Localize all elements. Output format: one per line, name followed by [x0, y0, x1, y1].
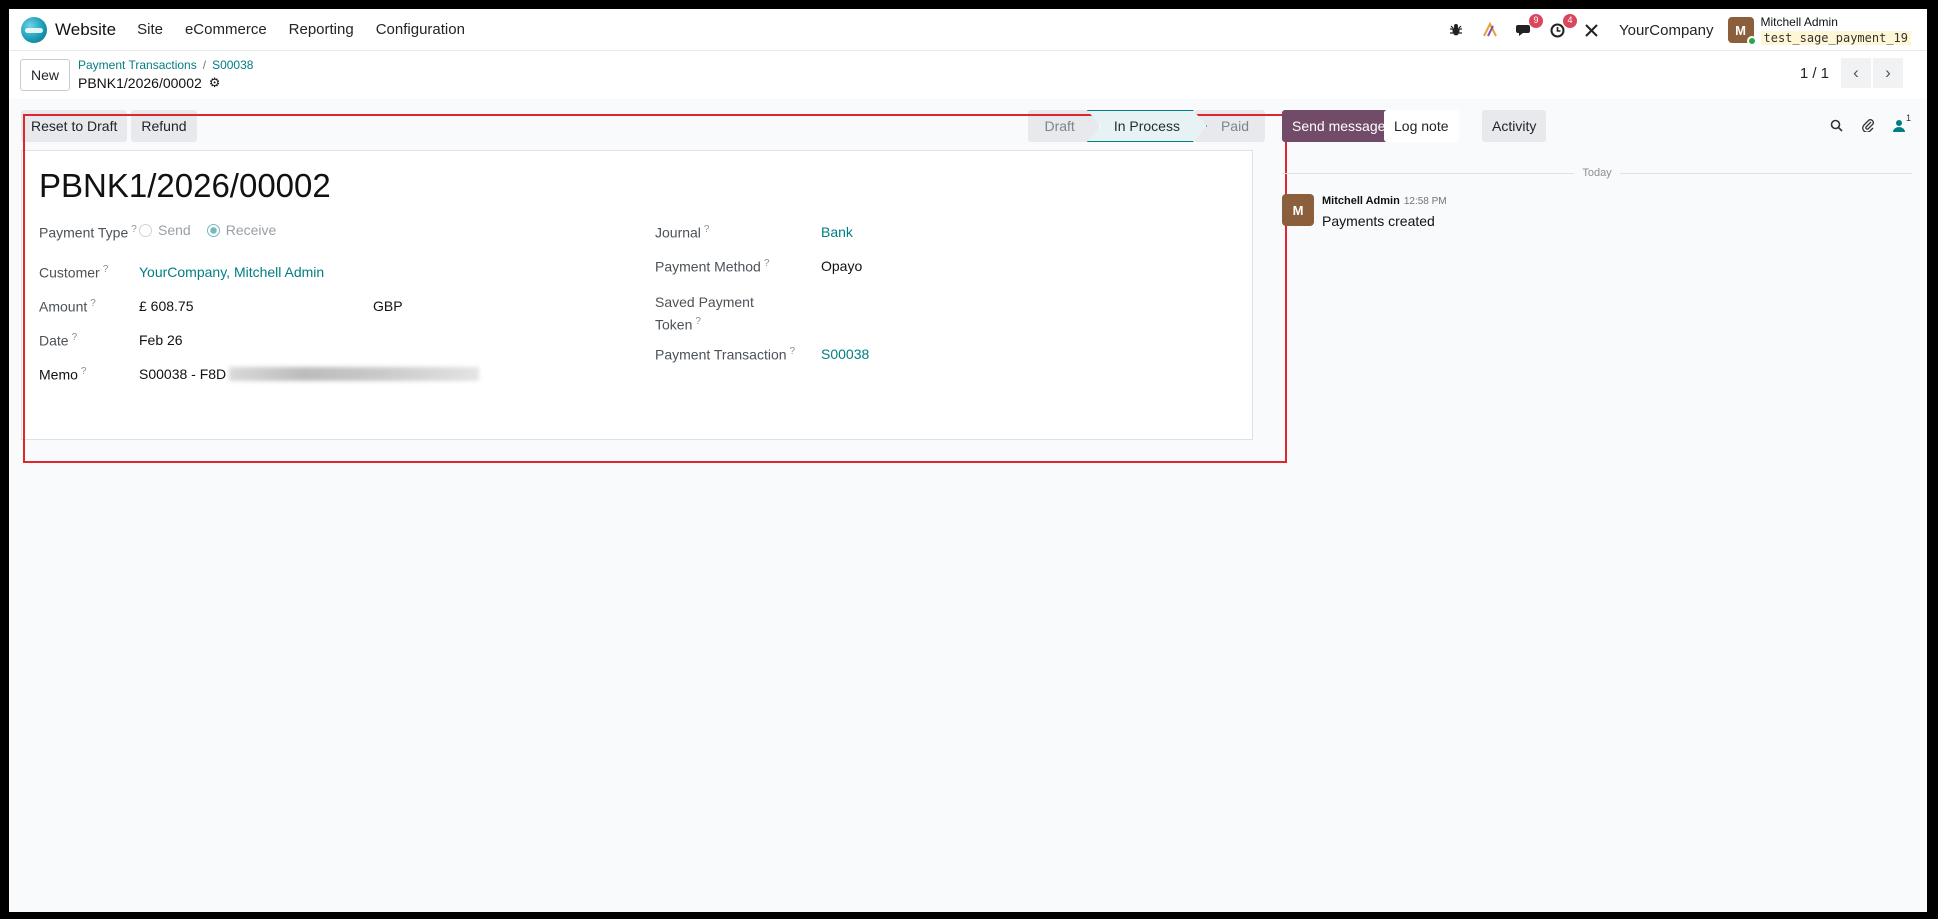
pager-value[interactable]: 1 / 1: [1800, 65, 1829, 82]
reset-to-draft-button[interactable]: Reset to Draft: [21, 110, 128, 142]
memo-value[interactable]: S00038 - F8D: [139, 366, 226, 382]
payment-transaction-label: Payment Transaction?: [655, 346, 796, 363]
radio-receive[interactable]: [206, 223, 220, 237]
menu-reporting[interactable]: Reporting: [278, 21, 365, 38]
payment-type-send-option[interactable]: Send: [139, 222, 191, 238]
navbar-systray: 9 4 YourCompany M Mitchell Admin test_sa…: [1439, 9, 1927, 51]
bug-icon[interactable]: [1445, 19, 1467, 41]
status-stages: Draft In Process Paid: [1028, 110, 1265, 142]
menu-ecommerce[interactable]: eCommerce: [174, 21, 278, 38]
activity-button[interactable]: Activity: [1482, 110, 1547, 142]
chatter-panel: Send message Log note Activity 1 Today M…: [1275, 108, 1927, 808]
app-brand[interactable]: Website: [21, 16, 117, 43]
amount-label: Amount?: [39, 298, 96, 315]
date-value[interactable]: Feb 26: [139, 332, 183, 348]
send-message-button[interactable]: Send message: [1282, 110, 1396, 142]
followers-icon[interactable]: 1: [1893, 113, 1911, 135]
top-navbar: Website Site eCommerce Reporting Configu…: [9, 9, 1927, 51]
breadcrumb-s00038[interactable]: S00038: [212, 58, 253, 72]
pager-previous-icon[interactable]: ‹: [1841, 58, 1871, 88]
payment-method-value[interactable]: Opayo: [821, 258, 862, 274]
new-button[interactable]: New: [20, 59, 71, 91]
record-name-text: PBNK1/2026/00002: [78, 75, 202, 91]
radio-send[interactable]: [139, 223, 152, 237]
breadcrumb: Payment Transactions / S00038: [78, 58, 254, 72]
form-view: Reset to Draft Refund Draft In Process P…: [15, 108, 1275, 457]
tools-icon[interactable]: [1581, 19, 1603, 41]
online-status-dot: [1746, 36, 1757, 46]
amount-value[interactable]: £ 608.75: [139, 298, 194, 314]
menu-site[interactable]: Site: [126, 21, 174, 38]
payment-title: PBNK1/2026/00002: [39, 167, 331, 204]
pager-next-icon[interactable]: ›: [1873, 58, 1903, 88]
messages-badge: 9: [1528, 14, 1543, 28]
payment-type-radio: Send Receive: [139, 222, 292, 238]
app-window: Website Site eCommerce Reporting Configu…: [9, 9, 1927, 912]
search-icon[interactable]: [1830, 119, 1843, 135]
user-menu[interactable]: Mitchell Admin test_sage_payment_19: [1760, 14, 1911, 46]
paperclip-icon[interactable]: [1861, 118, 1875, 135]
messages-icon[interactable]: 9: [1513, 14, 1543, 41]
followers-count: 1: [1905, 112, 1911, 123]
website-app-icon: [21, 16, 47, 43]
payment-method-label: Payment Method?: [655, 258, 770, 275]
main-menu: Site eCommerce Reporting Configuration: [126, 21, 476, 38]
control-panel: New Payment Transactions / S00038 PBNK1/20…: [9, 51, 1927, 99]
message-author-avatar[interactable]: M: [1282, 194, 1314, 226]
form-statusbar: Reset to Draft Refund Draft In Process P…: [15, 108, 1275, 144]
gear-icon[interactable]: ⚙: [209, 75, 221, 91]
journal-link[interactable]: Bank: [821, 224, 853, 240]
stage-draft[interactable]: Draft: [1028, 110, 1099, 142]
payment-type-receive-option[interactable]: Receive: [206, 222, 276, 238]
database-name: test_sage_payment_19: [1760, 30, 1911, 45]
app-name: Website: [55, 19, 117, 39]
message-author: Mitchell Admin 12:58 PM: [1322, 195, 1447, 207]
menu-configuration[interactable]: Configuration: [365, 21, 476, 38]
user-avatar[interactable]: M: [1727, 17, 1757, 46]
ai-icon[interactable]: [1479, 19, 1501, 41]
user-name: Mitchell Admin: [1760, 14, 1838, 29]
payment-transaction-link[interactable]: S00038: [821, 346, 869, 362]
log-note-button[interactable]: Log note: [1384, 110, 1459, 142]
breadcrumb-payment-transactions[interactable]: Payment Transactions: [78, 58, 197, 72]
journal-label: Journal?: [655, 224, 710, 241]
memo-label: Memo?: [39, 366, 87, 383]
message-body: Payments created: [1322, 213, 1435, 229]
message-time: 12:58 PM: [1403, 196, 1447, 207]
stage-in-process[interactable]: In Process: [1087, 110, 1207, 142]
company-switcher[interactable]: YourCompany: [1619, 22, 1714, 39]
record-name: PBNK1/2026/00002 ⚙: [78, 75, 220, 91]
form-sheet: PBNK1/2026/00002 Payment Type? Send Rece…: [21, 150, 1253, 440]
customer-link[interactable]: YourCompany, Mitchell Admin: [139, 264, 324, 280]
memo-redacted-area: [229, 367, 479, 381]
pager: 1 / 1 ‹ ›: [1800, 58, 1903, 88]
refund-button[interactable]: Refund: [131, 110, 197, 142]
currency-value[interactable]: GBP: [373, 298, 403, 314]
payment-type-label: Payment Type?: [39, 224, 137, 241]
date-separator: Today: [1282, 163, 1913, 183]
chatter-toolbar-icons: 1: [1812, 113, 1911, 135]
activity-clock-icon[interactable]: 4: [1547, 14, 1577, 41]
activities-badge: 4: [1562, 14, 1577, 28]
date-label: Date?: [39, 332, 78, 349]
saved-payment-token-label: Saved Payment Token?: [655, 294, 754, 333]
customer-label: Customer?: [39, 264, 109, 281]
